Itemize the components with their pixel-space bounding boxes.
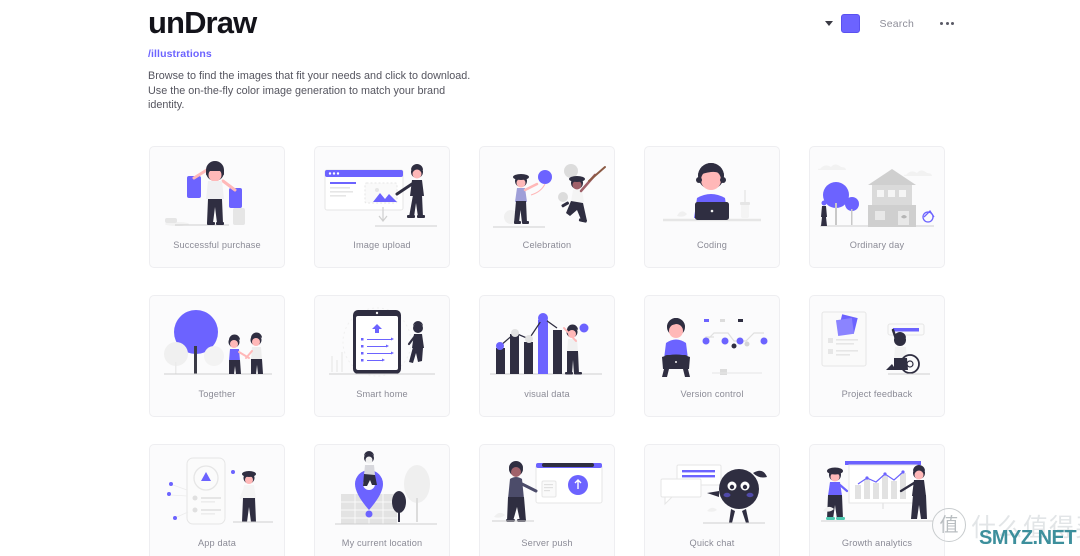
illustration-card[interactable]: Together: [149, 295, 285, 417]
illustration-card[interactable]: App data: [149, 444, 285, 556]
illustration-card[interactable]: Project feedback: [809, 295, 945, 417]
illustration-card[interactable]: Image upload: [314, 146, 450, 268]
ellipsis-dot: [940, 22, 943, 25]
ellipsis-dot: [951, 22, 954, 25]
illustration-card-label: visual data: [524, 389, 570, 399]
together-icon: [150, 296, 284, 388]
project-feedback-icon: [810, 296, 944, 388]
illustration-card[interactable]: Celebration: [479, 146, 615, 268]
illustration-grid: Successful purchase Image upload Celebra…: [149, 146, 949, 556]
illustration-card[interactable]: Successful purchase: [149, 146, 285, 268]
ellipsis-dot: [945, 22, 949, 25]
illustration-card[interactable]: Quick chat: [644, 444, 780, 556]
illustration-card[interactable]: Coding: [644, 146, 780, 268]
illustration-card[interactable]: Server push: [479, 444, 615, 556]
server-push-icon: [480, 445, 614, 537]
illustration-card-label: Server push: [521, 538, 573, 548]
watermark-text-cn: 什么值得买: [971, 513, 1080, 542]
visual-data-icon: [480, 296, 614, 388]
illustration-card-label: Version control: [680, 389, 744, 399]
illustration-card-label: Quick chat: [689, 538, 735, 548]
illustration-card-label: Coding: [696, 240, 727, 250]
illustration-card-label: Ordinary day: [849, 240, 905, 250]
top-bar-controls: Search: [824, 14, 954, 33]
search-input[interactable]: Search: [880, 18, 914, 30]
my-current-location-icon: [315, 445, 449, 537]
breadcrumb[interactable]: /illustrations: [148, 48, 212, 60]
illustration-card[interactable]: My current location: [314, 444, 450, 556]
page-root: unDraw Search /illustrations Browse to f…: [0, 0, 1080, 556]
watermark-text-en: SMYZ.NET: [979, 527, 1077, 549]
color-swatch[interactable]: [840, 14, 860, 33]
illustration-card[interactable]: visual data: [479, 295, 615, 417]
illustration-card-label: Together: [198, 389, 236, 399]
undraw-logo[interactable]: unDraw: [148, 6, 257, 40]
illustration-card-label: Smart home: [356, 389, 408, 399]
image-upload-icon: [315, 147, 449, 239]
app-data-icon: [150, 445, 284, 537]
ordinary-day-icon: [810, 147, 944, 239]
illustration-card-label: Growth analytics: [841, 538, 913, 548]
illustration-card-label: Celebration: [522, 240, 572, 250]
illustration-card-label: Successful purchase: [173, 240, 261, 250]
page-description: Browse to find the images that fit your …: [148, 70, 471, 112]
illustration-card[interactable]: Ordinary day: [809, 146, 945, 268]
illustration-card[interactable]: Growth analytics: [809, 444, 945, 556]
growth-analytics-icon: [810, 445, 944, 537]
illustration-card-label: My current location: [341, 538, 423, 548]
ellipsis-icon[interactable]: [940, 22, 954, 25]
illustration-card-label: Project feedback: [841, 389, 913, 399]
illustration-card-label: App data: [198, 538, 236, 548]
illustration-card[interactable]: Smart home: [314, 295, 450, 417]
version-control-icon: [645, 296, 779, 388]
illustration-card-label: Image upload: [353, 240, 411, 250]
quick-chat-icon: [645, 445, 779, 537]
smart-home-icon: [315, 296, 449, 388]
successful-purchase-icon: [150, 147, 284, 239]
illustration-card[interactable]: Version control: [644, 295, 780, 417]
celebration-icon: [480, 147, 614, 239]
coding-icon: [645, 147, 779, 239]
caret-down-icon[interactable]: [824, 21, 833, 26]
